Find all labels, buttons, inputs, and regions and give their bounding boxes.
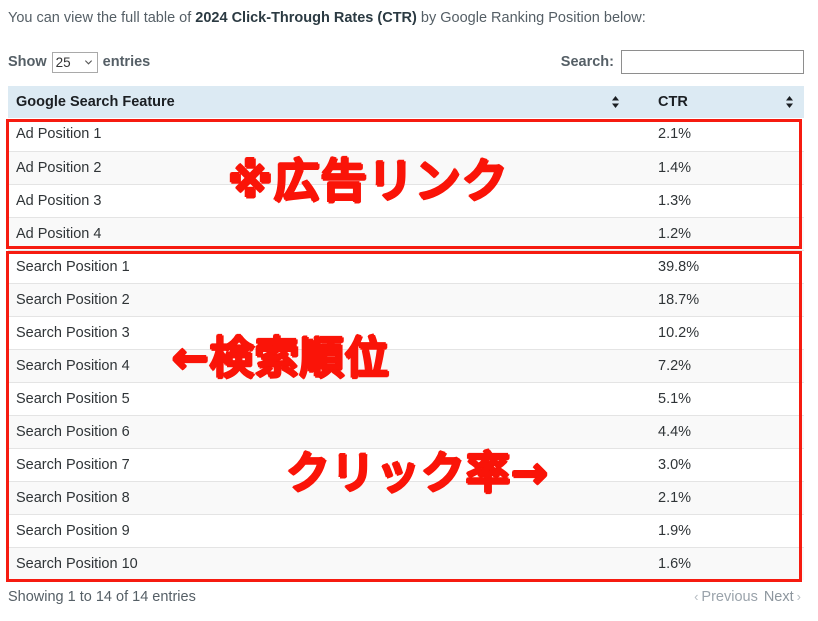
- cell-ctr: 2.1%: [632, 118, 804, 151]
- search-label: Search:: [560, 54, 614, 70]
- table-head: Google Search Feature CTR: [8, 86, 804, 118]
- cell-ctr: 5.1%: [632, 381, 804, 415]
- cell-feature: Ad Position 4: [8, 216, 632, 250]
- entries-length-control: Show 25 entries: [8, 48, 150, 76]
- pagination-next-label: Next: [763, 589, 794, 605]
- cell-ctr: 2.1%: [632, 480, 804, 514]
- cell-feature: Search Position 7: [8, 447, 632, 481]
- table-row: Search Position 6 4.4%: [8, 414, 804, 448]
- table-controls: Show 25 entries Search:: [8, 48, 804, 76]
- cell-ctr: 1.6%: [632, 546, 804, 580]
- table-row: Search Position 3 10.2%: [8, 315, 804, 349]
- sort-both-icon: [612, 96, 619, 108]
- intro-text: You can view the full table of 2024 Clic…: [8, 9, 646, 27]
- intro-bold: 2024 Click-Through Rates (CTR): [195, 10, 417, 26]
- entries-select[interactable]: 25: [51, 51, 98, 73]
- cell-ctr: 18.7%: [632, 282, 804, 316]
- table-row: Search Position 1 39.8%: [8, 249, 804, 283]
- intro-before: You can view the full table of: [8, 10, 196, 26]
- ctr-table: Google Search Feature CTR Ad Position 12…: [8, 86, 804, 580]
- intro-after: by Google Ranking Position below:: [416, 10, 646, 26]
- cell-feature: Search Position 3: [8, 315, 632, 349]
- table-row: Search Position 10 1.6%: [8, 546, 804, 580]
- table-row: Ad Position 4 1.2%: [8, 216, 804, 250]
- chevron-right-icon: ›: [796, 589, 801, 604]
- cell-feature: Search Position 4: [8, 348, 632, 382]
- pagination-previous-label: Previous: [701, 589, 758, 605]
- table-footer: Showing 1 to 14 of 14 entries ‹ Previous…: [8, 586, 804, 610]
- ctr-table-container: Google Search Feature CTR Ad Position 12…: [8, 86, 804, 580]
- table-row: Search Position 9 1.9%: [8, 513, 804, 547]
- cell-feature: Ad Position 1: [8, 118, 632, 151]
- cell-ctr: 1.4%: [632, 150, 804, 184]
- column-header-ctr-label: CTR: [658, 94, 688, 110]
- cell-feature: Search Position 6: [8, 414, 632, 448]
- cell-feature: Search Position 8: [8, 480, 632, 514]
- entries-label: entries: [102, 54, 151, 70]
- cell-ctr: 1.2%: [632, 216, 804, 250]
- pagination-next-button[interactable]: Next ›: [761, 586, 804, 608]
- table-row: Search Position 2 18.7%: [8, 282, 804, 316]
- cell-ctr: 10.2%: [632, 315, 804, 349]
- column-header-feature-label: Google Search Feature: [16, 94, 175, 110]
- cell-ctr: 1.3%: [632, 183, 804, 217]
- pagination: ‹ Previous Next ›: [691, 586, 804, 608]
- table-row: Ad Position 3 1.3%: [8, 183, 804, 217]
- column-header-feature[interactable]: Google Search Feature: [8, 86, 632, 118]
- table-row: Ad Position 1 2.1%: [8, 118, 804, 151]
- search-input[interactable]: [621, 50, 804, 74]
- table-body: Ad Position 1 2.1% Ad Position 2 1.4% Ad Pos…: [8, 118, 804, 580]
- cell-feature: Search Position 5: [8, 381, 632, 415]
- table-row: Ad Position 2 1.4%: [8, 150, 804, 184]
- cell-ctr: 4.4%: [632, 414, 804, 448]
- cell-feature: Ad Position 3: [8, 183, 632, 217]
- table-row: Search Position 7 3.0%: [8, 447, 804, 481]
- table-row: Search Position 4 7.2%: [8, 348, 804, 382]
- pagination-previous-button[interactable]: ‹ Previous: [691, 586, 761, 608]
- entries-info: Showing 1 to 14 of 14 entries: [8, 589, 196, 605]
- search-control: Search:: [561, 48, 804, 76]
- table-row: Search Position 8 2.1%: [8, 480, 804, 514]
- cell-ctr: 39.8%: [632, 249, 804, 283]
- cell-feature: Ad Position 2: [8, 150, 632, 184]
- column-header-ctr[interactable]: CTR: [632, 86, 804, 118]
- entries-select-wrapper[interactable]: 25: [51, 51, 98, 73]
- cell-feature: Search Position 1: [8, 249, 632, 283]
- table-row: Search Position 5 5.1%: [8, 381, 804, 415]
- cell-feature: Search Position 10: [8, 546, 632, 580]
- cell-feature: Search Position 2: [8, 282, 632, 316]
- show-label: Show: [8, 54, 47, 70]
- cell-ctr: 1.9%: [632, 513, 804, 547]
- sort-both-icon: [786, 96, 793, 108]
- chevron-left-icon: ‹: [694, 589, 699, 604]
- cell-feature: Search Position 9: [8, 513, 632, 547]
- cell-ctr: 7.2%: [632, 348, 804, 382]
- cell-ctr: 3.0%: [632, 447, 804, 481]
- table-header-row: Google Search Feature CTR: [8, 86, 804, 118]
